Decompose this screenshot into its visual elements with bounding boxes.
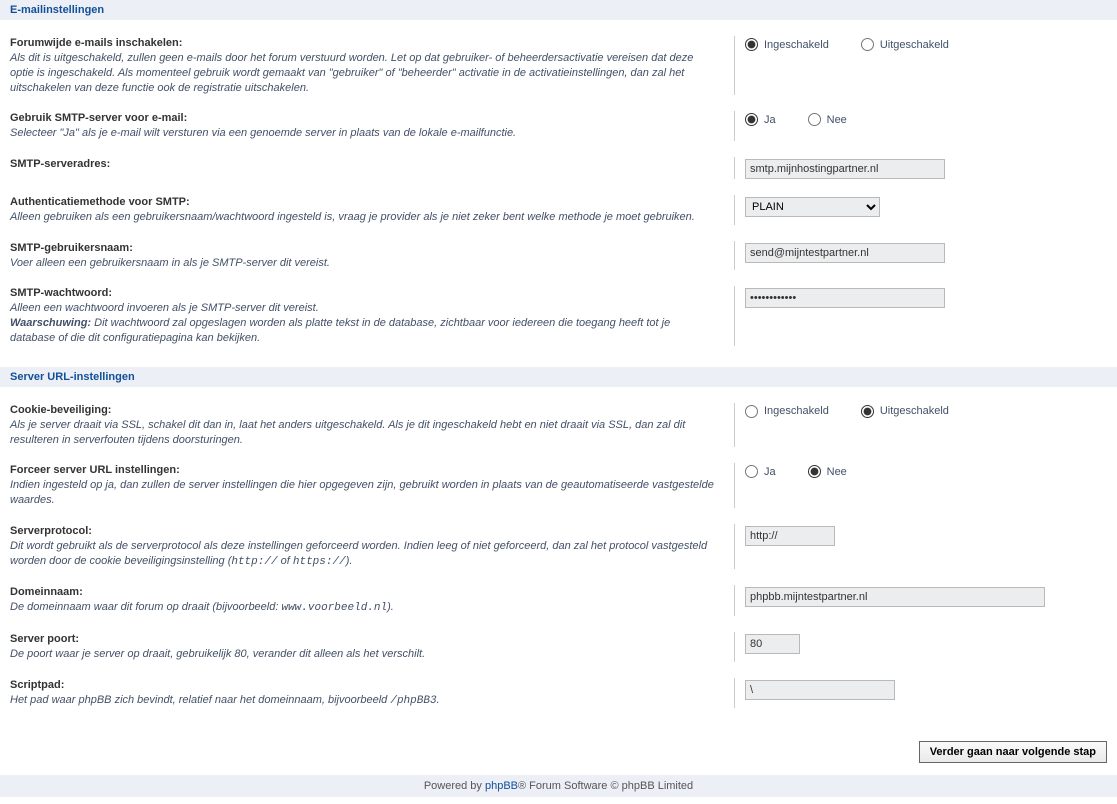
footer: Powered by phpBB® Forum Software © phpBB… xyxy=(0,775,1117,797)
footer-phpbb-link[interactable]: phpBB xyxy=(485,780,518,792)
script-path-label: Scriptpad: xyxy=(10,678,716,693)
domain-desc: De domeinnaam waar dit forum op draait (… xyxy=(10,600,716,616)
email-settings-heading: E-mailinstellingen xyxy=(0,0,1117,20)
server-port-desc: De poort waar je server op draait, gebru… xyxy=(10,647,716,662)
use-smtp-desc: Selecteer "Ja" als je e-mail wilt verstu… xyxy=(10,126,716,141)
smtp-auth-select[interactable]: PLAIN xyxy=(745,197,880,217)
next-step-button[interactable]: Verder gaan naar volgende stap xyxy=(919,741,1107,763)
server-url-panel: Server URL-instellingen Cookie-beveiligi… xyxy=(0,367,1117,729)
enable-email-off-radio[interactable] xyxy=(861,38,874,51)
cookie-secure-on-radio[interactable] xyxy=(745,405,758,418)
cookie-secure-label: Cookie-beveiliging: xyxy=(10,403,716,418)
force-url-no-radio[interactable] xyxy=(808,465,821,478)
use-smtp-yes[interactable]: Ja xyxy=(745,113,776,126)
script-path-desc: Het pad waar phpBB zich bevindt, relatie… xyxy=(10,693,716,709)
smtp-auth-label: Authenticatiemethode voor SMTP: xyxy=(10,195,716,210)
force-url-no[interactable]: Nee xyxy=(808,465,847,478)
use-smtp-label: Gebruik SMTP-server voor e-mail: xyxy=(10,111,716,126)
smtp-pass-input[interactable] xyxy=(745,288,945,308)
force-url-yes[interactable]: Ja xyxy=(745,465,776,478)
force-url-desc: Indien ingesteld op ja, dan zullen de se… xyxy=(10,478,716,508)
server-port-label: Server poort: xyxy=(10,632,716,647)
smtp-user-desc: Voer alleen een gebruikersnaam in als je… xyxy=(10,256,716,271)
submit-row: Verder gaan naar volgende stap xyxy=(0,729,1117,775)
server-port-input[interactable] xyxy=(745,634,800,654)
smtp-user-label: SMTP-gebruikersnaam: xyxy=(10,241,716,256)
smtp-pass-desc: Alleen een wachtwoord invoeren als je SM… xyxy=(10,301,716,346)
cookie-secure-on[interactable]: Ingeschakeld xyxy=(745,405,829,418)
cookie-secure-off-radio[interactable] xyxy=(861,405,874,418)
smtp-user-input[interactable] xyxy=(745,243,945,263)
enable-email-on[interactable]: Ingeschakeld xyxy=(745,38,829,51)
use-smtp-no[interactable]: Nee xyxy=(808,113,847,126)
server-protocol-input[interactable] xyxy=(745,526,835,546)
force-url-yes-radio[interactable] xyxy=(745,465,758,478)
use-smtp-no-radio[interactable] xyxy=(808,113,821,126)
cookie-secure-desc: Als je server draait via SSL, schakel di… xyxy=(10,418,716,448)
server-url-heading: Server URL-instellingen xyxy=(0,367,1117,387)
domain-input[interactable] xyxy=(745,587,1045,607)
cookie-secure-off[interactable]: Uitgeschakeld xyxy=(861,405,949,418)
server-protocol-desc: Dit wordt gebruikt als de serverprotocol… xyxy=(10,539,716,570)
server-protocol-label: Serverprotocol: xyxy=(10,524,716,539)
smtp-address-input[interactable] xyxy=(745,159,945,179)
enable-email-off[interactable]: Uitgeschakeld xyxy=(861,38,949,51)
smtp-address-label: SMTP-serveradres: xyxy=(10,157,716,172)
enable-email-on-radio[interactable] xyxy=(745,38,758,51)
smtp-pass-label: SMTP-wachtwoord: xyxy=(10,286,716,301)
enable-email-label: Forumwijde e-mails inschakelen: xyxy=(10,36,716,51)
script-path-input[interactable] xyxy=(745,680,895,700)
use-smtp-yes-radio[interactable] xyxy=(745,113,758,126)
domain-label: Domeinnaam: xyxy=(10,585,716,600)
enable-email-desc: Als dit is uitgeschakeld, zullen geen e-… xyxy=(10,51,716,96)
force-url-label: Forceer server URL instellingen: xyxy=(10,463,716,478)
smtp-auth-desc: Alleen gebruiken als een gebruikersnaam/… xyxy=(10,210,716,225)
email-settings-panel: E-mailinstellingen Forumwijde e-mails in… xyxy=(0,0,1117,366)
